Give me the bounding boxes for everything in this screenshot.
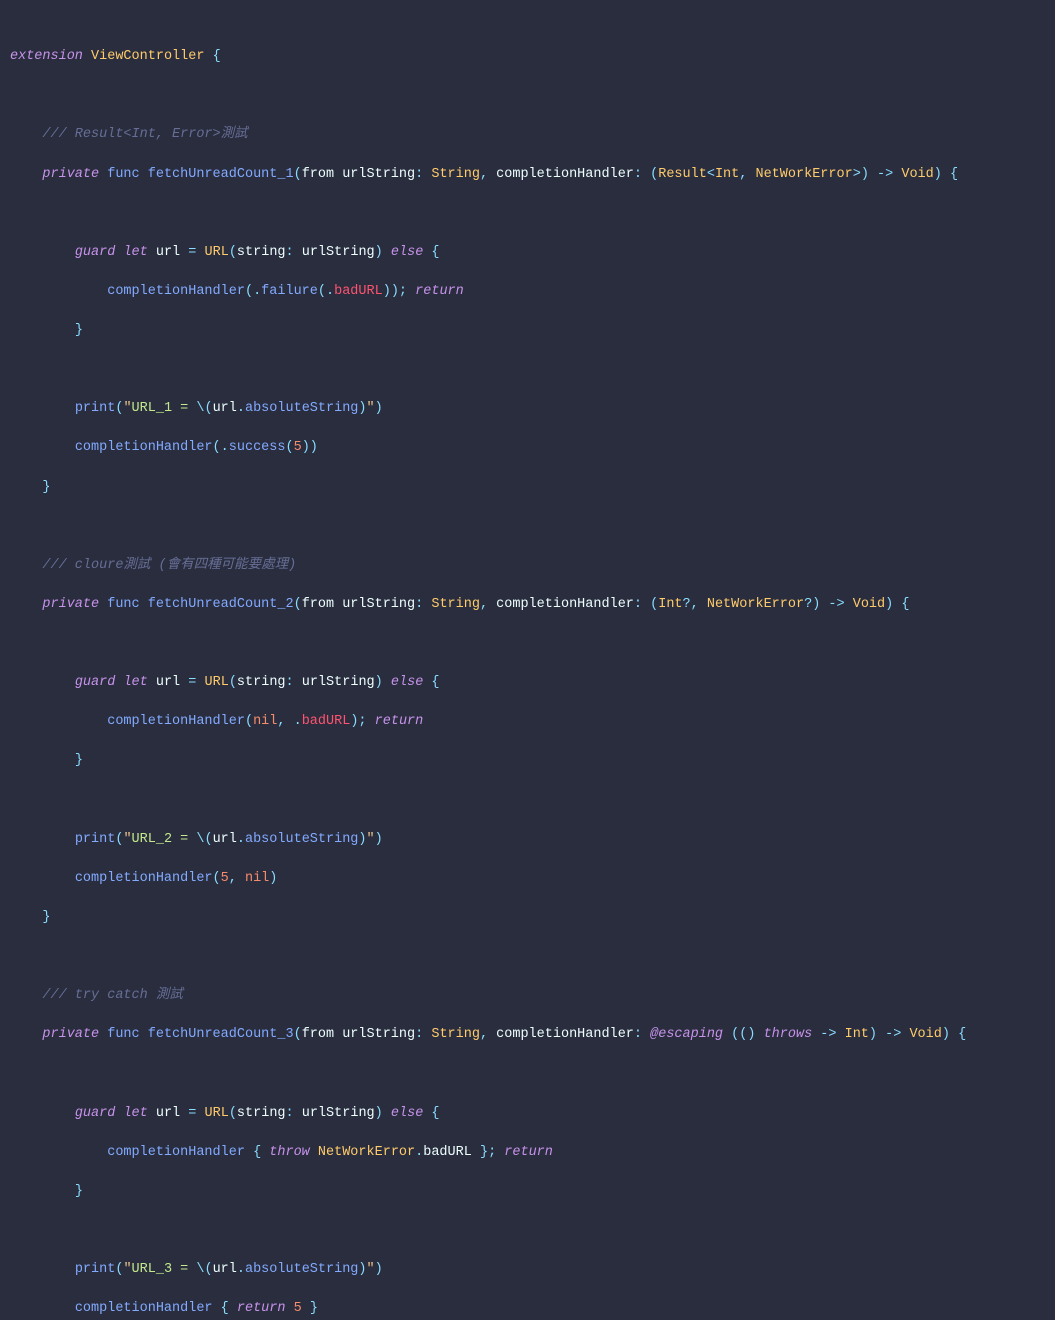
- code-line: completionHandler(.failure(.badURL)); re…: [10, 282, 1045, 302]
- code-line: /// try catch 測試: [10, 986, 1045, 1006]
- code-line: [10, 204, 1045, 224]
- code-line: print("URL_1 = \(url.absoluteString)"): [10, 399, 1045, 419]
- code-line: completionHandler { throw NetWorkError.b…: [10, 1143, 1045, 1163]
- code-line: /// cloure測試 (會有四種可能要處理): [10, 556, 1045, 576]
- code-line: completionHandler(.success(5)): [10, 438, 1045, 458]
- code-line: }: [10, 751, 1045, 771]
- code-line: guard let url = URL(string: urlString) e…: [10, 243, 1045, 263]
- code-line: [10, 634, 1045, 654]
- code-line: [10, 86, 1045, 106]
- code-line: completionHandler(5, nil): [10, 869, 1045, 889]
- code-line: guard let url = URL(string: urlString) e…: [10, 673, 1045, 693]
- code-line: private func fetchUnreadCount_2(from url…: [10, 595, 1045, 615]
- code-line: [10, 791, 1045, 811]
- code-line: guard let url = URL(string: urlString) e…: [10, 1104, 1045, 1124]
- code-line: }: [10, 321, 1045, 341]
- code-line: completionHandler(nil, .badURL); return: [10, 712, 1045, 732]
- code-line: [10, 1221, 1045, 1241]
- code-line: /// Result<Int, Error>測試: [10, 125, 1045, 145]
- code-line: extension ViewController {: [10, 47, 1045, 67]
- code-line: print("URL_2 = \(url.absoluteString)"): [10, 830, 1045, 850]
- code-line: [10, 360, 1045, 380]
- code-line: }: [10, 478, 1045, 498]
- code-line: private func fetchUnreadCount_3(from url…: [10, 1025, 1045, 1045]
- code-line: [10, 1064, 1045, 1084]
- code-line: [10, 517, 1045, 537]
- code-line: completionHandler { return 5 }: [10, 1299, 1045, 1319]
- code-line: private func fetchUnreadCount_1(from url…: [10, 165, 1045, 185]
- code-line: [10, 947, 1045, 967]
- code-line: }: [10, 1182, 1045, 1202]
- code-line: }: [10, 908, 1045, 928]
- code-editor[interactable]: extension ViewController { /// Result<In…: [10, 28, 1045, 1320]
- code-line: print("URL_3 = \(url.absoluteString)"): [10, 1260, 1045, 1280]
